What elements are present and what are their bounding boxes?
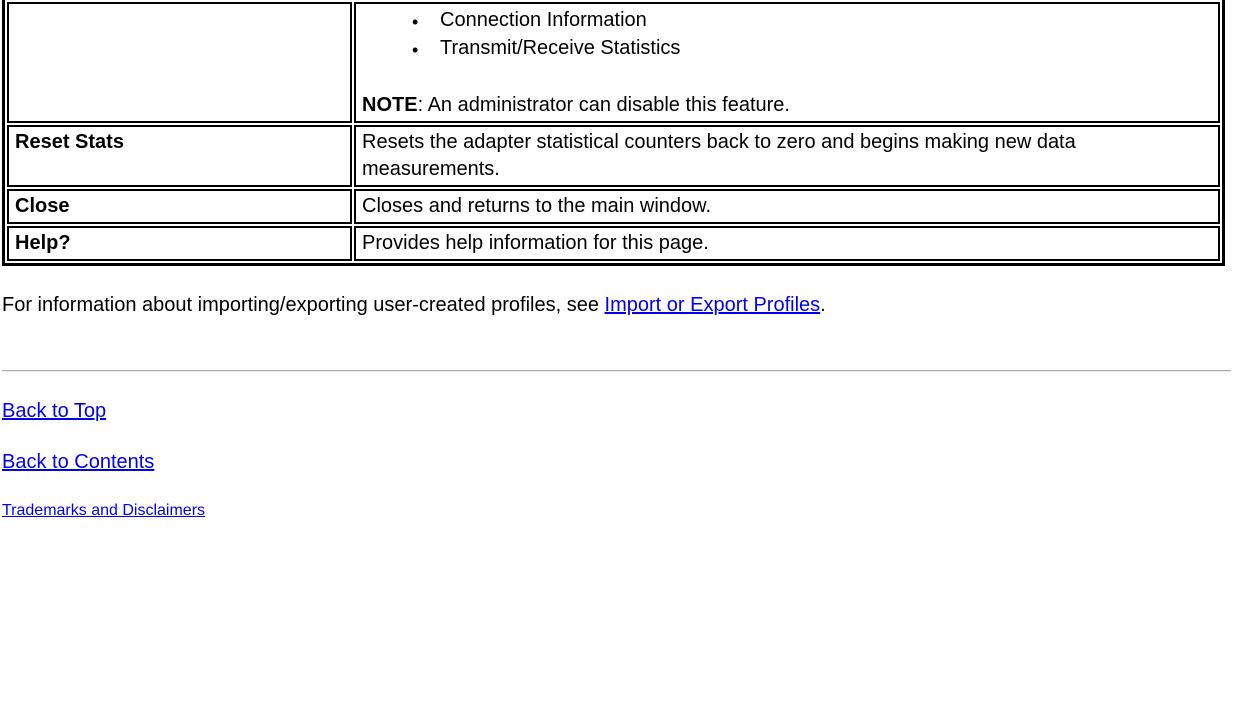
table-row: Connection Information Transmit/Receive … [7, 2, 1220, 123]
back-to-contents-link[interactable]: Back to Contents [2, 451, 154, 473]
paragraph-pre: For information about importing/exportin… [2, 294, 605, 316]
back-to-top-link[interactable]: Back to Top [2, 400, 106, 422]
bullet-list: Connection Information Transmit/Receive … [402, 6, 1212, 62]
table-row: Reset Stats Resets the adapter statistic… [7, 125, 1220, 187]
row-name-cell [7, 2, 352, 123]
paragraph-post: . [820, 294, 826, 316]
note-line: NOTE: An administrator can disable this … [362, 92, 1212, 119]
row-desc-cell: Closes and returns to the main window. [354, 189, 1220, 224]
row-name-cell: Reset Stats [7, 125, 352, 187]
row-name-cell: Close [7, 189, 352, 224]
row-desc-cell: Resets the adapter statistical counters … [354, 125, 1220, 187]
import-export-profiles-link[interactable]: Import or Export Profiles [605, 294, 821, 316]
bullet-item: Connection Information [402, 6, 1212, 34]
trademarks-disclaimers-link[interactable]: Trademarks and Disclaimers [2, 502, 205, 519]
table-row: Help? Provides help information for this… [7, 226, 1220, 261]
row-desc-cell: Connection Information Transmit/Receive … [354, 2, 1220, 123]
note-label: NOTE [362, 94, 418, 116]
bullet-item: Transmit/Receive Statistics [402, 34, 1212, 62]
table-row: Close Closes and returns to the main win… [7, 189, 1220, 224]
note-text: : An administrator can disable this feat… [418, 94, 790, 116]
nav-links: Back to Top Back to Contents Trademarks … [0, 400, 1233, 520]
info-paragraph: For information about importing/exportin… [0, 290, 1233, 320]
section-divider [2, 370, 1231, 372]
row-name-cell: Help? [7, 226, 352, 261]
feature-table: Connection Information Transmit/Receive … [2, 0, 1225, 266]
row-desc-cell: Provides help information for this page. [354, 226, 1220, 261]
